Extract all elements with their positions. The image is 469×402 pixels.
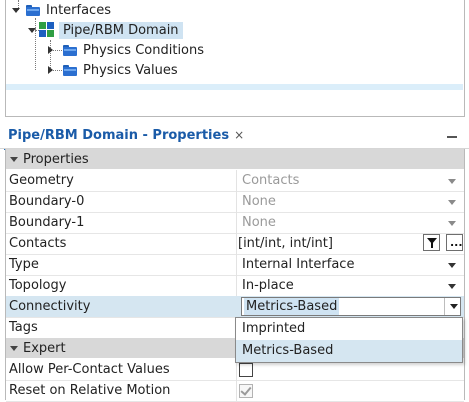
tree-item-pipe-rbm-domain[interactable]: Pipe/RBM Domain (28, 20, 183, 40)
tree-item-label: Interfaces (46, 2, 111, 18)
allow-per-contact-checkbox[interactable] (239, 363, 253, 377)
expand-arrow-icon[interactable] (48, 46, 53, 54)
tree-item-label: Physics Conditions (83, 42, 205, 58)
property-value: None (242, 194, 276, 209)
connectivity-dropdown-list: Imprinted Metrics-Based (235, 317, 463, 363)
collapse-arrow-icon[interactable] (10, 156, 18, 162)
property-value: None (242, 215, 276, 230)
property-value: In-place (242, 278, 294, 293)
ellipsis-icon: ... (450, 236, 463, 249)
property-value: Internal Interface (242, 257, 355, 272)
property-name: Tags (9, 320, 38, 335)
property-name: Boundary-1 (9, 215, 85, 230)
close-icon[interactable]: × (234, 128, 244, 142)
folder-icon (26, 4, 40, 16)
filter-button[interactable] (423, 234, 440, 251)
tree-pane: Interfaces Pipe/RBM Domain Physics Condi… (5, 0, 465, 117)
property-row-contacts[interactable]: Contacts [int/int, int/int] ... (6, 233, 464, 255)
collapse-arrow-icon[interactable] (28, 27, 36, 33)
collapse-arrow-icon[interactable] (10, 345, 18, 351)
property-row-topology[interactable]: Topology In-place (6, 275, 464, 297)
tree-horizontal-scrollbar[interactable] (6, 84, 463, 90)
properties-tab[interactable]: Pipe/RBM Domain - Properties × (4, 122, 249, 150)
dropdown-arrow-icon[interactable] (448, 263, 456, 268)
tree-item-interfaces[interactable]: Interfaces (12, 0, 111, 20)
combo-value: Metrics-Based (244, 298, 340, 315)
property-row-type[interactable]: Type Internal Interface (6, 254, 464, 276)
property-name: Type (9, 257, 39, 272)
property-value: Contacts (242, 173, 300, 188)
property-name: Topology (9, 278, 67, 293)
group-label: Expert (23, 340, 66, 356)
group-label: Properties (23, 151, 89, 167)
dropdown-arrow-icon (448, 179, 456, 184)
folder-icon (63, 64, 77, 76)
folder-icon (63, 44, 77, 56)
property-row-connectivity[interactable]: Connectivity Metrics-Based (6, 296, 464, 318)
property-name: Contacts (9, 236, 67, 251)
expand-arrow-icon[interactable] (48, 66, 53, 74)
minimize-icon[interactable] (447, 136, 457, 138)
group-header-properties[interactable]: Properties (6, 149, 464, 169)
property-name: Boundary-0 (9, 194, 85, 209)
property-name: Allow Per-Contact Values (9, 362, 170, 377)
property-row-geometry[interactable]: Geometry Contacts (6, 170, 464, 192)
checkmark-icon (240, 384, 252, 396)
reset-relative-motion-checkbox[interactable] (239, 384, 253, 398)
property-name: Geometry (9, 173, 74, 188)
property-name: Connectivity (9, 299, 91, 314)
tree-item-label: Pipe/RBM Domain (59, 21, 183, 39)
dropdown-option-metrics-based[interactable]: Metrics-Based (236, 340, 462, 362)
property-name: Reset on Relative Motion (9, 383, 171, 398)
property-row-boundary-1[interactable]: Boundary-1 None (6, 212, 464, 234)
dropdown-arrow-icon (448, 200, 456, 205)
tree-item-physics-conditions[interactable]: Physics Conditions (48, 40, 204, 60)
tree-item-physics-values[interactable]: Physics Values (48, 60, 178, 80)
ellipsis-button[interactable]: ... (446, 234, 463, 251)
collapse-arrow-icon[interactable] (12, 7, 20, 13)
property-value: [int/int, int/int] (238, 236, 333, 251)
dropdown-arrow-icon[interactable] (450, 304, 458, 309)
dropdown-arrow-icon (448, 221, 456, 226)
domain-icon (39, 22, 55, 38)
dropdown-arrow-icon[interactable] (448, 284, 456, 289)
properties-tab-title: Pipe/RBM Domain - Properties (8, 127, 230, 143)
property-row-boundary-0[interactable]: Boundary-0 None (6, 191, 464, 213)
property-row-reset-on-relative-motion[interactable]: Reset on Relative Motion (6, 380, 464, 402)
dropdown-option-imprinted[interactable]: Imprinted (236, 318, 462, 340)
tree-item-label: Physics Values (83, 62, 178, 78)
connectivity-combo[interactable]: Metrics-Based (241, 297, 461, 316)
